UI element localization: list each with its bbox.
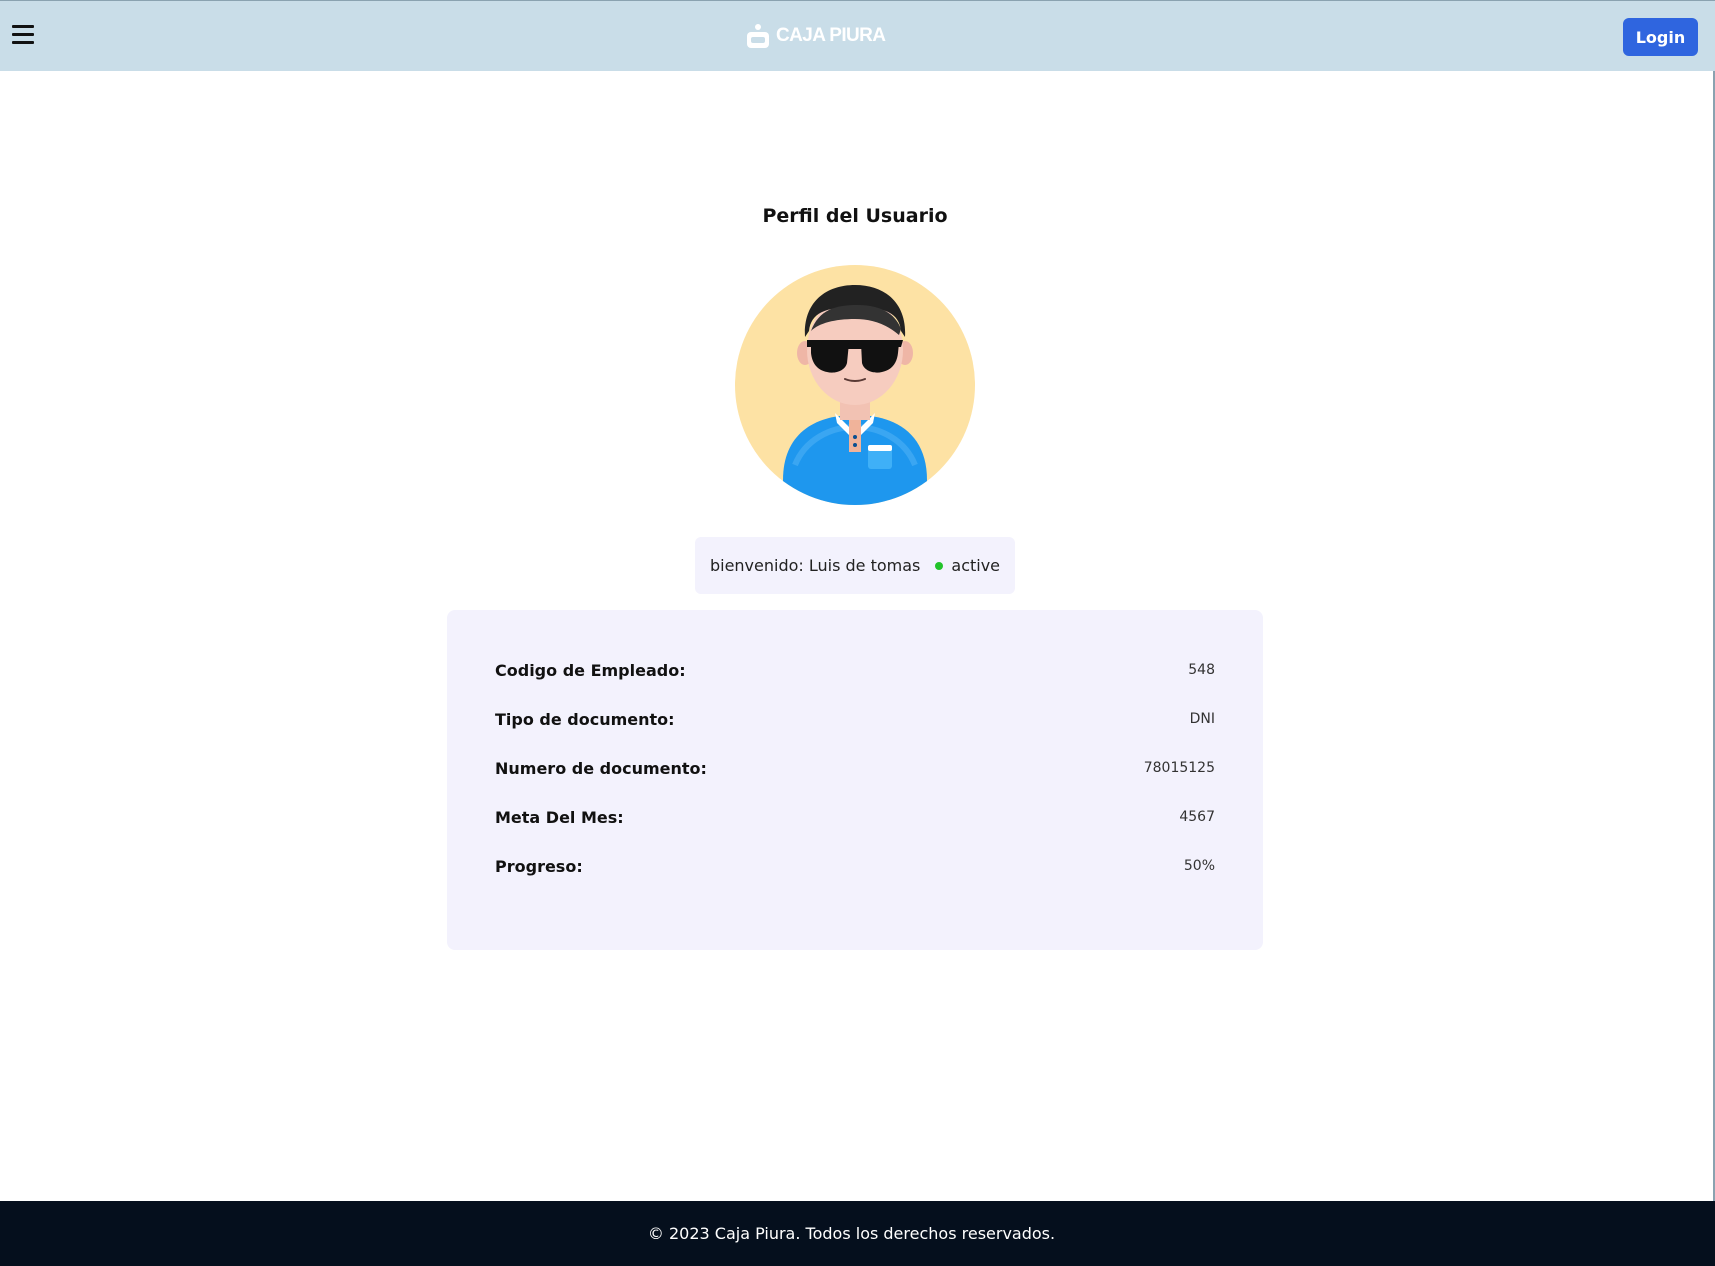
info-label: Tipo de documento: [495, 709, 675, 729]
info-row-numero-documento: Numero de documento: 78015125 [495, 757, 1215, 779]
employee-info-card: Codigo de Empleado: 548 Tipo de document… [447, 610, 1263, 950]
info-value: 4567 [1179, 809, 1215, 825]
info-value: 78015125 [1143, 760, 1215, 776]
welcome-status-box: bienvenido: Luis de tomas active [695, 537, 1015, 594]
status-label: active [951, 556, 1001, 575]
info-row-progreso: Progreso: 50% [495, 855, 1215, 877]
top-navbar: CAJA PIURA Login [0, 0, 1715, 71]
footer: © 2023 Caja Piura. Todos los derechos re… [0, 1201, 1715, 1266]
info-row-tipo-documento: Tipo de documento: DNI [495, 708, 1215, 730]
info-value: DNI [1189, 711, 1215, 727]
hamburger-menu-icon[interactable] [12, 25, 34, 45]
info-label: Codigo de Empleado: [495, 660, 686, 680]
user-avatar [735, 265, 975, 505]
status-dot-icon [935, 561, 944, 570]
info-label: Meta Del Mes: [495, 807, 624, 827]
info-value: 50% [1183, 858, 1215, 874]
info-row-codigo-empleado: Codigo de Empleado: 548 [495, 659, 1215, 681]
welcome-text: bienvenido: Luis de tomas [709, 556, 921, 575]
info-label: Numero de documento: [495, 758, 707, 778]
login-button[interactable]: Login [1623, 18, 1698, 56]
info-label: Progreso: [495, 856, 583, 876]
info-value: 548 [1188, 662, 1215, 678]
page-title: Perfil del Usuario [762, 205, 948, 227]
caja-piura-logo[interactable]: CAJA PIURA [744, 20, 886, 52]
caja-piura-logo-icon [747, 24, 769, 48]
footer-copyright: © 2023 Caja Piura. Todos los derechos re… [647, 1224, 1056, 1243]
info-row-meta-del-mes: Meta Del Mes: 4567 [495, 806, 1215, 828]
logo-text: CAJA PIURA [776, 25, 886, 46]
